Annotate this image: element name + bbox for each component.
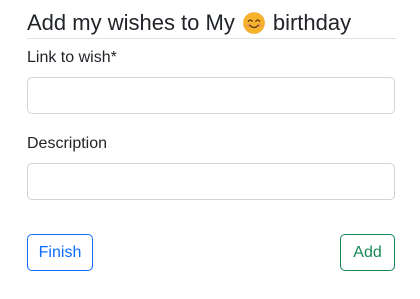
finish-button[interactable]: Finish [27,234,93,271]
description-label: Description [27,135,108,152]
link-input[interactable] [27,77,395,114]
link-label: Link to wish* [27,49,117,66]
page-title-suffix: birthday [272,10,352,35]
add-button[interactable]: Add [340,234,395,271]
title-row: Add my wishes to My birthday [27,9,396,39]
page-title: Add my wishes to My birthday [27,9,396,37]
smiling-face-emoji-icon [243,12,265,34]
page-title-prefix: Add my wishes to My [27,10,235,35]
description-input[interactable] [27,163,395,200]
